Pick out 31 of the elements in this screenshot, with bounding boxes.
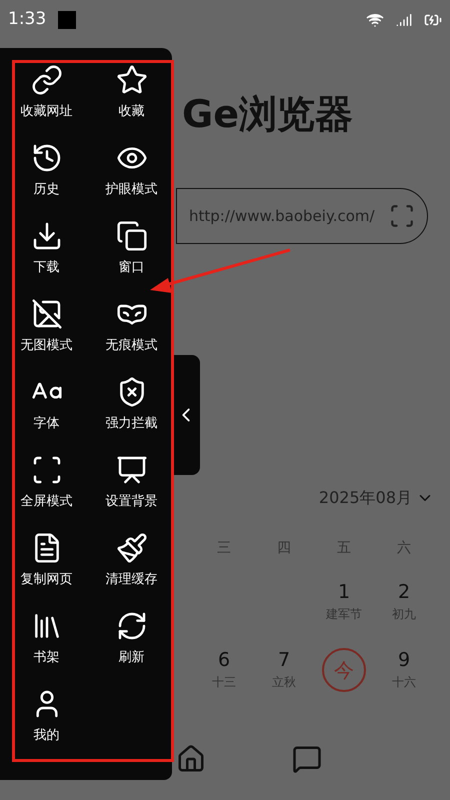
menu-item[interactable]: 书架	[30, 610, 62, 668]
menu-item[interactable]: 无痕模式	[106, 298, 158, 356]
status-time: 1:33	[8, 8, 46, 32]
menu-item[interactable]: 清理缓存	[106, 532, 158, 590]
menu-item[interactable]: 窗口	[116, 220, 148, 278]
menu-item[interactable]: 下载	[30, 220, 62, 278]
menu-item[interactable]: 我的	[30, 688, 62, 746]
image-off-icon	[30, 298, 62, 330]
menu-item[interactable]: 无图模式	[20, 298, 72, 356]
star-icon	[116, 64, 148, 96]
menu-item[interactable]: 复制网页	[20, 532, 72, 590]
menu-item[interactable]: 强力拦截	[106, 376, 158, 434]
app-title: Ge浏览器	[182, 95, 354, 133]
scan-icon[interactable]	[389, 203, 415, 229]
collapse-tab[interactable]	[172, 355, 200, 475]
menu-item[interactable]: 收藏	[116, 64, 148, 122]
home-icon[interactable]	[176, 744, 206, 774]
menu-item[interactable]: 全屏模式	[20, 454, 72, 512]
brush-icon	[116, 532, 148, 564]
link-icon	[30, 64, 62, 96]
menu-item[interactable]: 字体	[30, 376, 62, 434]
menu-item[interactable]: 历史	[30, 142, 62, 200]
menu-item[interactable]: 收藏网址	[20, 64, 72, 122]
wifi-icon	[366, 11, 384, 29]
menu-item[interactable]: 刷新	[116, 610, 148, 668]
notification-icon	[58, 11, 76, 29]
signal-icon	[396, 12, 412, 28]
windows-icon	[116, 220, 148, 252]
menu-item[interactable]: 设置背景	[106, 454, 158, 512]
menu-item[interactable]: 护眼模式	[106, 142, 158, 200]
chat-icon[interactable]	[292, 744, 322, 774]
